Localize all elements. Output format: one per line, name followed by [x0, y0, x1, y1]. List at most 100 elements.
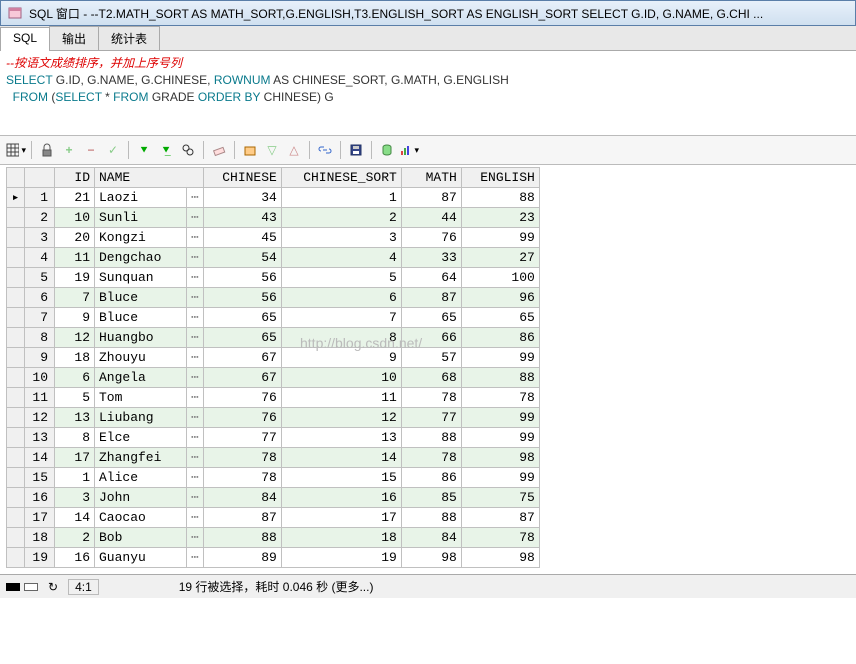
cell-english[interactable]: 98: [461, 448, 539, 468]
row-selector[interactable]: [7, 348, 25, 368]
cell-english[interactable]: 23: [461, 208, 539, 228]
cell-chinese-sort[interactable]: 15: [281, 468, 401, 488]
cell-id[interactable]: 19: [55, 268, 95, 288]
cell-chinese-sort[interactable]: 10: [281, 368, 401, 388]
cell-id[interactable]: 6: [55, 368, 95, 388]
link-icon[interactable]: [315, 140, 335, 160]
tab-sql[interactable]: SQL: [0, 27, 50, 51]
cell-id[interactable]: 10: [55, 208, 95, 228]
row-selector[interactable]: ▸: [7, 188, 25, 208]
row-selector[interactable]: [7, 548, 25, 568]
cell-id[interactable]: 18: [55, 348, 95, 368]
row-selector-header[interactable]: [7, 168, 25, 188]
cell-name-more[interactable]: ⋯: [187, 368, 204, 388]
cell-math[interactable]: 85: [401, 488, 461, 508]
cell-chinese-sort[interactable]: 18: [281, 528, 401, 548]
cell-name-more[interactable]: ⋯: [187, 268, 204, 288]
cell-english[interactable]: 99: [461, 228, 539, 248]
cell-english[interactable]: 98: [461, 548, 539, 568]
cell-chinese[interactable]: 89: [203, 548, 281, 568]
table-row[interactable]: 163John⋯84168575: [7, 488, 540, 508]
table-row[interactable]: 1417Zhangfei⋯78147898: [7, 448, 540, 468]
row-selector[interactable]: [7, 448, 25, 468]
cell-name[interactable]: Zhouyu: [95, 348, 187, 368]
table-row[interactable]: 79Bluce⋯6576565: [7, 308, 540, 328]
row-selector[interactable]: [7, 428, 25, 448]
row-selector[interactable]: [7, 248, 25, 268]
table-row[interactable]: 411Dengchao⋯5443327: [7, 248, 540, 268]
cell-chinese-sort[interactable]: 2: [281, 208, 401, 228]
col-header-english[interactable]: ENGLISH: [461, 168, 539, 188]
cell-chinese[interactable]: 54: [203, 248, 281, 268]
row-selector[interactable]: [7, 208, 25, 228]
cell-math[interactable]: 65: [401, 308, 461, 328]
cell-name[interactable]: Elce: [95, 428, 187, 448]
check-icon[interactable]: ✓: [103, 140, 123, 160]
table-row[interactable]: 67Bluce⋯5668796: [7, 288, 540, 308]
cell-chinese[interactable]: 67: [203, 368, 281, 388]
cell-name[interactable]: Caocao: [95, 508, 187, 528]
cell-chinese-sort[interactable]: 14: [281, 448, 401, 468]
cell-math[interactable]: 66: [401, 328, 461, 348]
cell-math[interactable]: 64: [401, 268, 461, 288]
cell-chinese[interactable]: 76: [203, 408, 281, 428]
cell-name-more[interactable]: ⋯: [187, 468, 204, 488]
tab-stats[interactable]: 统计表: [98, 26, 160, 50]
table-row[interactable]: 320Kongzi⋯4537699: [7, 228, 540, 248]
row-selector[interactable]: [7, 288, 25, 308]
cell-name[interactable]: Liubang: [95, 408, 187, 428]
results-grid[interactable]: ID NAME CHINESE CHINESE_SORT MATH ENGLIS…: [6, 167, 540, 568]
cell-chinese-sort[interactable]: 19: [281, 548, 401, 568]
cell-id[interactable]: 16: [55, 548, 95, 568]
cell-id[interactable]: 7: [55, 288, 95, 308]
cell-id[interactable]: 3: [55, 488, 95, 508]
cell-name-more[interactable]: ⋯: [187, 328, 204, 348]
cell-name[interactable]: Sunli: [95, 208, 187, 228]
cell-math[interactable]: 88: [401, 508, 461, 528]
grid-icon[interactable]: [6, 140, 26, 160]
cell-english[interactable]: 99: [461, 408, 539, 428]
refresh-icon[interactable]: ↻: [48, 580, 58, 594]
cell-name[interactable]: Bluce: [95, 308, 187, 328]
cell-math[interactable]: 88: [401, 428, 461, 448]
cell-english[interactable]: 75: [461, 488, 539, 508]
browse-icon[interactable]: [240, 140, 260, 160]
cell-name-more[interactable]: ⋯: [187, 228, 204, 248]
cell-chinese-sort[interactable]: 16: [281, 488, 401, 508]
table-row[interactable]: 918Zhouyu⋯6795799: [7, 348, 540, 368]
find-icon[interactable]: [178, 140, 198, 160]
cell-chinese-sort[interactable]: 5: [281, 268, 401, 288]
sql-editor[interactable]: --按语文成绩排序，并加上序号列 SELECT G.ID, G.NAME, G.…: [0, 51, 856, 135]
cell-id[interactable]: 5: [55, 388, 95, 408]
cell-chinese-sort[interactable]: 3: [281, 228, 401, 248]
cell-english[interactable]: 99: [461, 348, 539, 368]
cell-english[interactable]: 27: [461, 248, 539, 268]
cell-id[interactable]: 14: [55, 508, 95, 528]
cell-chinese[interactable]: 77: [203, 428, 281, 448]
cell-id[interactable]: 13: [55, 408, 95, 428]
col-header-id[interactable]: ID: [55, 168, 95, 188]
cell-name-more[interactable]: ⋯: [187, 428, 204, 448]
cell-english[interactable]: 99: [461, 468, 539, 488]
cell-math[interactable]: 33: [401, 248, 461, 268]
table-row[interactable]: 1714Caocao⋯87178887: [7, 508, 540, 528]
cell-name[interactable]: Angela: [95, 368, 187, 388]
cell-name-more[interactable]: ⋯: [187, 388, 204, 408]
cell-english[interactable]: 96: [461, 288, 539, 308]
save-icon[interactable]: [346, 140, 366, 160]
row-selector[interactable]: [7, 228, 25, 248]
cell-name-more[interactable]: ⋯: [187, 188, 204, 208]
col-header-chinese-sort[interactable]: CHINESE_SORT: [281, 168, 401, 188]
lock-icon[interactable]: [37, 140, 57, 160]
row-selector[interactable]: [7, 468, 25, 488]
cell-name[interactable]: Guanyu: [95, 548, 187, 568]
cell-id[interactable]: 20: [55, 228, 95, 248]
row-selector[interactable]: [7, 388, 25, 408]
cell-chinese[interactable]: 56: [203, 268, 281, 288]
minus-icon[interactable]: −: [81, 140, 101, 160]
cell-id[interactable]: 12: [55, 328, 95, 348]
cell-id[interactable]: 11: [55, 248, 95, 268]
exec-next-icon[interactable]: ⯆̲: [156, 140, 176, 160]
cell-name[interactable]: Kongzi: [95, 228, 187, 248]
cell-chinese[interactable]: 56: [203, 288, 281, 308]
